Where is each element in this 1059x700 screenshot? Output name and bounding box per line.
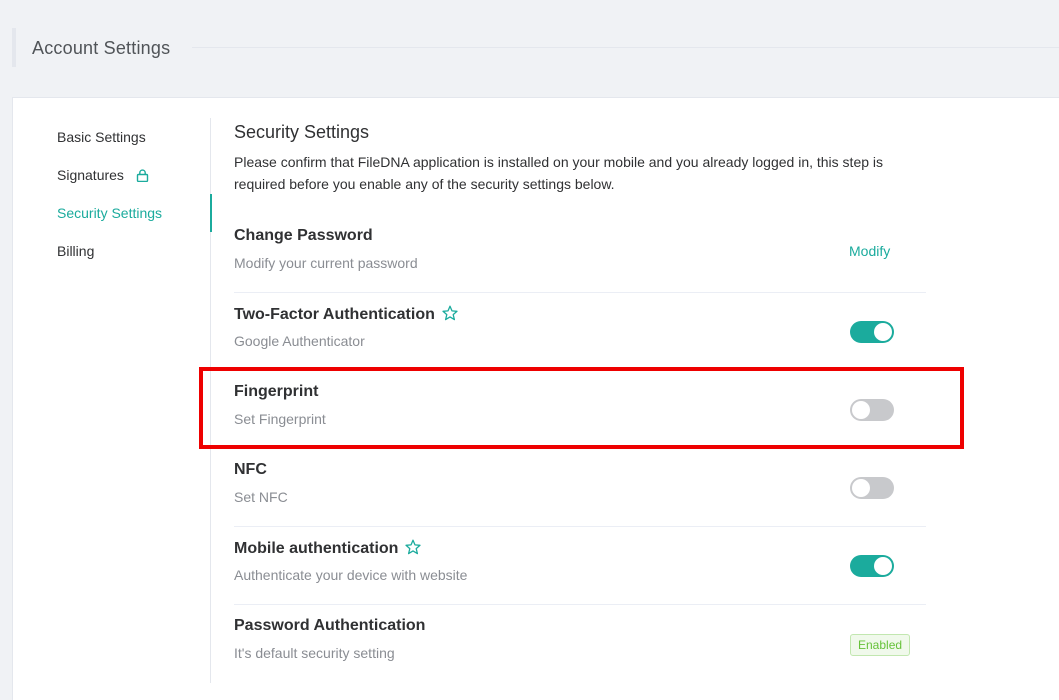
setting-title: NFC bbox=[234, 461, 267, 478]
setting-subtitle: Google Authenticator bbox=[234, 333, 365, 349]
setting-title: Two-Factor Authentication bbox=[234, 305, 458, 326]
setting-subtitle: Authenticate your device with website bbox=[234, 567, 468, 583]
sidebar-item-security-settings[interactable]: Security Settings bbox=[13, 194, 212, 232]
sidebar-item-signatures[interactable]: Signatures bbox=[13, 156, 212, 194]
enabled-badge: Enabled bbox=[850, 634, 911, 656]
settings-sidebar: Basic Settings Signatures Security Setti… bbox=[13, 118, 212, 683]
setting-subtitle: Set NFC bbox=[234, 489, 288, 505]
sidebar-item-label: Basic Settings bbox=[57, 129, 146, 145]
setting-title: Password Authentication bbox=[234, 617, 426, 634]
fingerprint-toggle[interactable] bbox=[850, 399, 894, 421]
header-divider bbox=[192, 47, 1059, 48]
lock-icon bbox=[136, 158, 149, 196]
setting-title: Mobile authentication bbox=[234, 539, 422, 560]
setting-row-fingerprint: Fingerprint Set Fingerprint bbox=[234, 371, 926, 449]
toggle-knob bbox=[852, 401, 870, 419]
setting-row-password-authentication: Password Authentication It's default sec… bbox=[234, 605, 926, 683]
toggle-knob bbox=[874, 557, 892, 575]
star-icon bbox=[442, 305, 458, 326]
modify-password-link[interactable]: Modify bbox=[849, 243, 890, 259]
section-title: Security Settings bbox=[234, 122, 370, 142]
mobile-authentication-toggle[interactable] bbox=[850, 555, 894, 577]
setting-title: Fingerprint bbox=[234, 383, 319, 400]
nfc-toggle[interactable] bbox=[850, 477, 894, 499]
settings-card: Basic Settings Signatures Security Setti… bbox=[12, 97, 1059, 700]
two-factor-toggle[interactable] bbox=[850, 321, 894, 343]
setting-row-mobile-authentication: Mobile authentication Authenticate your … bbox=[234, 527, 926, 605]
sidebar-item-basic-settings[interactable]: Basic Settings bbox=[13, 118, 212, 156]
section-description: Please confirm that FileDNA application … bbox=[234, 154, 884, 192]
toggle-knob bbox=[874, 323, 892, 341]
toggle-knob bbox=[852, 479, 870, 497]
setting-subtitle: Modify your current password bbox=[234, 255, 418, 271]
sidebar-item-label: Signatures bbox=[57, 167, 124, 183]
setting-row-two-factor: Two-Factor Authentication Google Authent… bbox=[234, 293, 926, 371]
sidebar-item-billing[interactable]: Billing bbox=[13, 232, 212, 270]
star-icon bbox=[405, 539, 422, 560]
page-title: Account Settings bbox=[32, 38, 171, 58]
setting-subtitle: Set Fingerprint bbox=[234, 411, 326, 427]
setting-row-change-password: Change Password Modify your current pass… bbox=[234, 215, 926, 293]
sidebar-item-label: Security Settings bbox=[57, 205, 163, 221]
setting-subtitle: It's default security setting bbox=[234, 645, 395, 661]
page-header: Account Settings bbox=[12, 28, 1059, 67]
sidebar-item-label: Billing bbox=[57, 243, 95, 259]
setting-title: Change Password bbox=[234, 227, 373, 244]
setting-row-nfc: NFC Set NFC bbox=[234, 449, 926, 527]
